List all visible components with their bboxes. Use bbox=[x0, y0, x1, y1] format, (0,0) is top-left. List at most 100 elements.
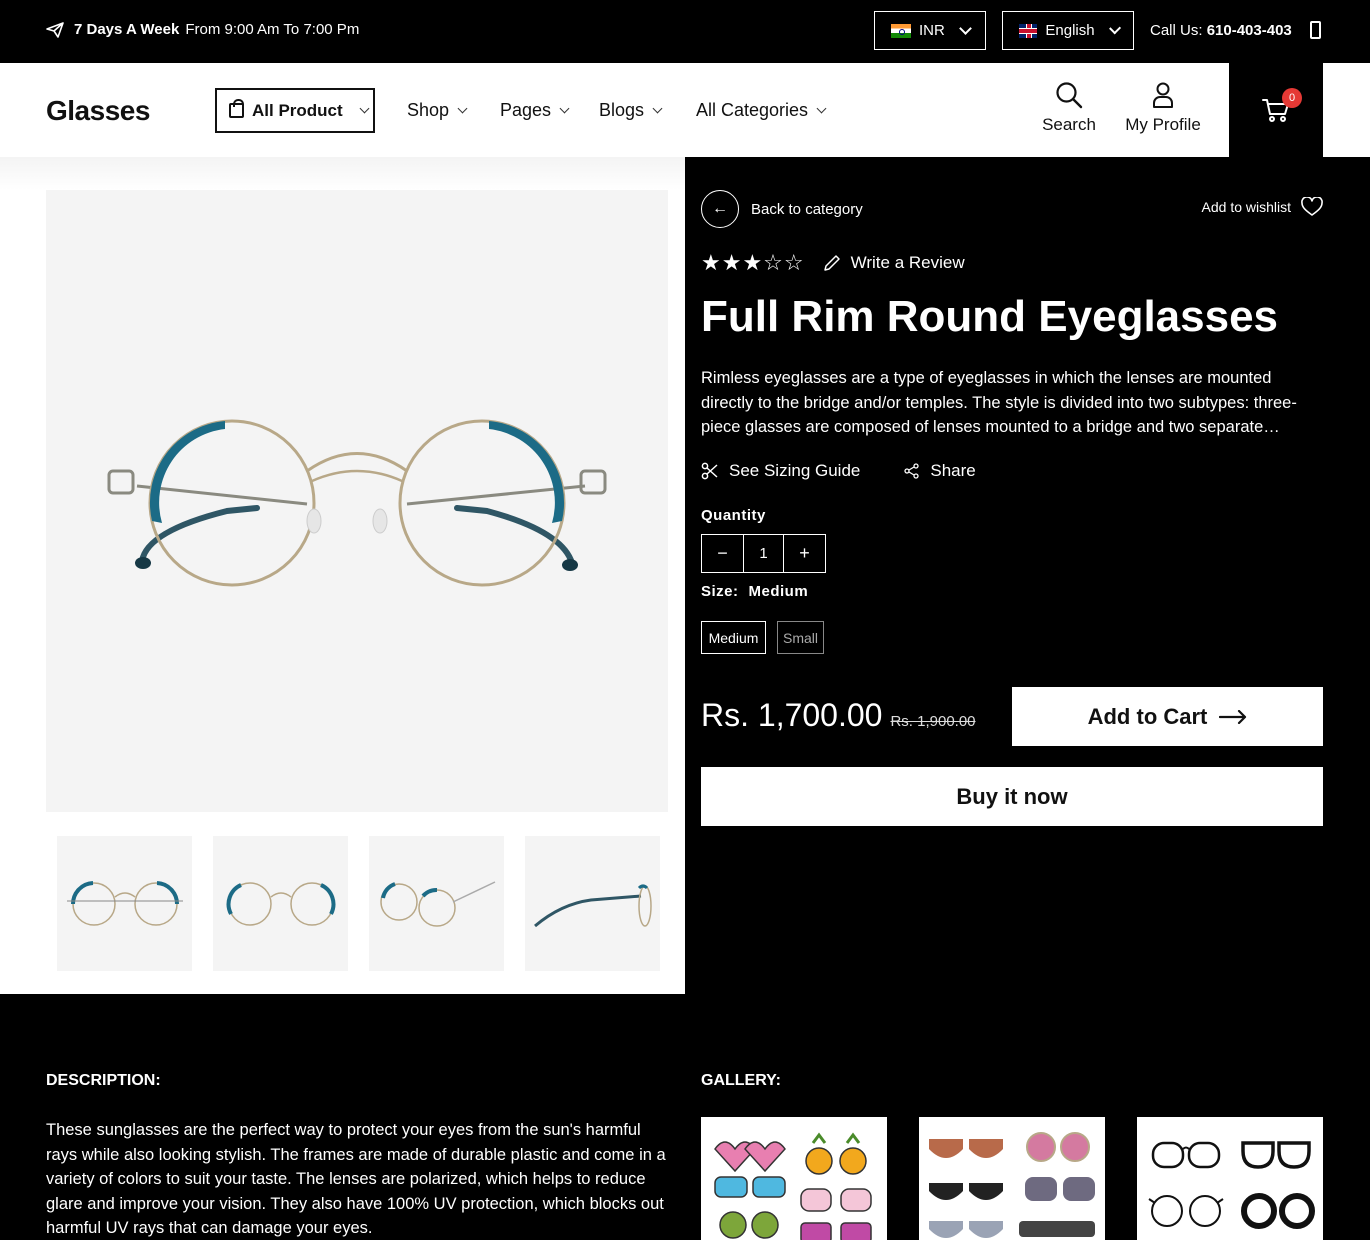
wishlist-label: Add to wishlist bbox=[1201, 199, 1291, 215]
price-block: Rs. 1,700.00 Rs. 1,900.00 bbox=[701, 697, 976, 734]
thumbnail-1[interactable] bbox=[57, 836, 192, 971]
party-glasses-image bbox=[714, 1132, 872, 1240]
chevron-down-icon bbox=[652, 103, 663, 114]
description-body: These sunglasses are the perfect way to … bbox=[46, 1121, 666, 1237]
main-header: Glasses All Product Shop Pages Blogs All… bbox=[0, 63, 1370, 157]
store-hours: 7 Days A Week From 9:00 Am To 7:00 Pm bbox=[46, 21, 359, 38]
sizing-guide-link[interactable]: See Sizing Guide bbox=[701, 461, 860, 481]
arrow-right-icon bbox=[1219, 709, 1247, 724]
product-gallery bbox=[0, 157, 685, 994]
compare-price: Rs. 1,900.00 bbox=[890, 713, 976, 730]
call-us: Call Us: 610-403-403 bbox=[1150, 21, 1321, 39]
share-label: Share bbox=[930, 461, 976, 480]
gallery-image-2[interactable] bbox=[919, 1117, 1105, 1240]
size-label-text: Size: bbox=[701, 583, 739, 600]
site-logo[interactable]: Glasses bbox=[46, 95, 150, 127]
store-hours-days: 7 Days A Week bbox=[74, 21, 180, 38]
nav-all-categories-label: All Categories bbox=[696, 100, 809, 120]
chevron-down-icon bbox=[1108, 21, 1121, 35]
chevron-down-icon bbox=[457, 103, 468, 114]
chevron-down-icon bbox=[359, 103, 370, 114]
nav-shop[interactable]: Shop bbox=[407, 100, 468, 121]
eyeglasses-image bbox=[107, 419, 607, 587]
thumbnail-2[interactable] bbox=[213, 836, 348, 971]
nav-blogs[interactable]: Blogs bbox=[599, 100, 663, 121]
add-to-wishlist-button[interactable]: Add to wishlist bbox=[1202, 197, 1323, 217]
india-flag-icon bbox=[891, 23, 911, 38]
cart-count-badge: 0 bbox=[1282, 88, 1302, 108]
quantity-input[interactable]: 1 bbox=[743, 535, 784, 572]
call-label: Call Us: bbox=[1150, 21, 1203, 39]
chevron-down-icon bbox=[816, 103, 827, 114]
chevron-down-icon bbox=[958, 21, 972, 35]
all-product-button[interactable]: All Product bbox=[215, 88, 375, 133]
uk-flag-icon bbox=[1019, 23, 1038, 38]
buy-now-button[interactable]: Buy it now bbox=[701, 767, 1323, 826]
main-product-image[interactable] bbox=[46, 190, 668, 812]
back-to-category-link[interactable]: ← Back to category bbox=[701, 190, 863, 228]
description-heading: DESCRIPTION: bbox=[46, 1072, 161, 1089]
scissors-icon bbox=[701, 462, 718, 480]
increase-quantity-button[interactable]: + bbox=[784, 535, 825, 572]
size-label: Size: Medium bbox=[701, 583, 808, 600]
product-rating: ★★★☆☆ Write a Review bbox=[701, 250, 965, 276]
nav-pages[interactable]: Pages bbox=[500, 100, 570, 121]
gallery-top-fade bbox=[0, 157, 685, 190]
sunglasses-collection-image bbox=[929, 1132, 1095, 1238]
phone-icon bbox=[1309, 21, 1321, 39]
paper-plane-icon bbox=[46, 21, 64, 38]
gallery-heading: GALLERY: bbox=[701, 1072, 781, 1089]
language-selector[interactable]: English bbox=[1002, 11, 1134, 50]
product-short-description: Rimless eyeglasses are a type of eyeglas… bbox=[701, 366, 1323, 440]
my-profile-label: My Profile bbox=[1125, 115, 1201, 134]
back-label: Back to category bbox=[751, 200, 863, 218]
arrow-left-icon: ← bbox=[701, 190, 739, 228]
eyeglasses-angle-thumb bbox=[379, 880, 495, 927]
share-link[interactable]: Share bbox=[904, 461, 976, 481]
size-option-small[interactable]: Small bbox=[777, 621, 824, 654]
eyeglasses-front-thumb bbox=[66, 880, 183, 926]
share-icon bbox=[904, 463, 920, 479]
star-rating-icon: ★★★☆☆ bbox=[701, 250, 805, 275]
nav-pages-label: Pages bbox=[500, 100, 552, 120]
all-product-label: All Product bbox=[252, 100, 343, 120]
product-links: See Sizing Guide Share bbox=[701, 461, 976, 481]
frames-collection-image bbox=[1148, 1141, 1315, 1229]
quantity-label: Quantity bbox=[701, 507, 766, 524]
search-button[interactable]: Search bbox=[1042, 81, 1096, 135]
size-selected-value: Medium bbox=[748, 583, 809, 600]
add-to-cart-label: Add to Cart bbox=[1087, 703, 1208, 729]
quantity-stepper: − 1 + bbox=[701, 534, 826, 573]
language-value: English bbox=[1045, 22, 1095, 39]
user-icon bbox=[1153, 82, 1173, 108]
size-option-medium[interactable]: Medium bbox=[701, 621, 766, 654]
eyeglasses-side-thumb bbox=[533, 884, 652, 927]
write-review-link[interactable]: Write a Review bbox=[823, 253, 965, 273]
nav-all-categories[interactable]: All Categories bbox=[696, 100, 827, 121]
currency-selector[interactable]: INR bbox=[874, 11, 986, 50]
top-bar: 7 Days A Week From 9:00 Am To 7:00 Pm INR… bbox=[0, 0, 1370, 63]
shopping-bag-icon bbox=[229, 99, 244, 118]
gallery-image-3[interactable] bbox=[1137, 1117, 1323, 1240]
search-label: Search bbox=[1042, 115, 1096, 134]
eyeglasses-plain-thumb bbox=[226, 881, 335, 926]
call-number[interactable]: 610-403-403 bbox=[1207, 22, 1292, 39]
add-to-cart-button[interactable]: Add to Cart bbox=[1012, 687, 1323, 746]
thumbnail-4[interactable] bbox=[525, 836, 660, 971]
heart-icon bbox=[1301, 197, 1323, 216]
thumbnail-3[interactable] bbox=[369, 836, 504, 971]
nav-blogs-label: Blogs bbox=[599, 100, 645, 120]
decrease-quantity-button[interactable]: − bbox=[702, 535, 743, 572]
search-icon bbox=[1056, 82, 1083, 109]
cart-button[interactable]: 0 bbox=[1229, 63, 1323, 157]
store-hours-time: From 9:00 Am To 7:00 Pm bbox=[185, 21, 360, 38]
currency-value: INR bbox=[919, 22, 945, 39]
product-description-text: Rimless eyeglasses are a type of eyeglas… bbox=[701, 369, 1297, 436]
chevron-down-icon bbox=[559, 103, 570, 114]
write-review-label: Write a Review bbox=[850, 253, 965, 272]
gallery-image-1[interactable] bbox=[701, 1117, 887, 1240]
my-profile-button[interactable]: My Profile bbox=[1121, 81, 1205, 135]
nav-shop-label: Shop bbox=[407, 100, 450, 120]
sale-price: Rs. 1,700.00 bbox=[701, 697, 883, 733]
sizing-guide-label: See Sizing Guide bbox=[729, 461, 861, 480]
